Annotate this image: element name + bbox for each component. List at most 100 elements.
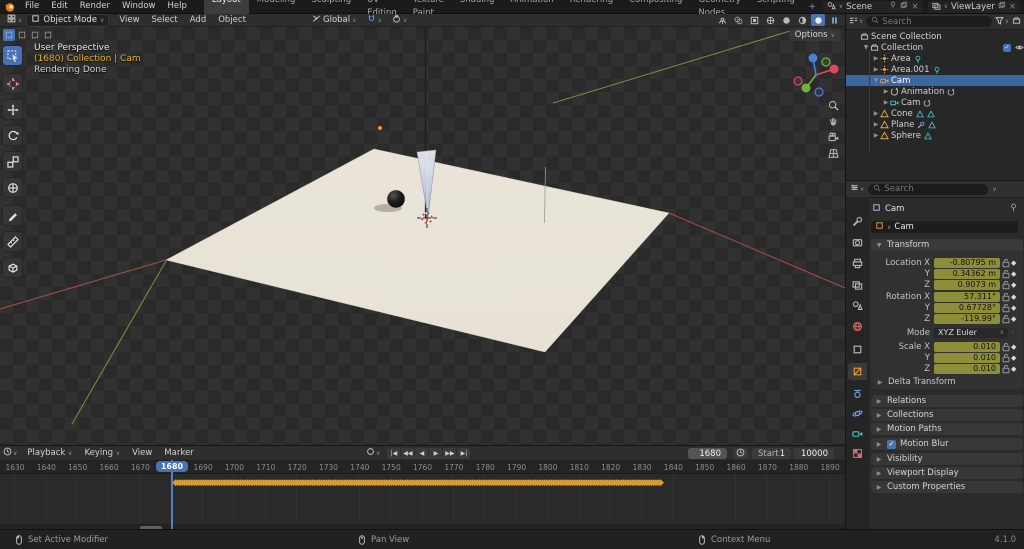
properties-tab-object[interactable] xyxy=(848,363,867,380)
menu-edit[interactable]: Edit xyxy=(45,0,73,13)
keyframe-diamond-icon[interactable]: ◆ xyxy=(1011,342,1016,352)
mode-dropdown[interactable]: Object Mode ∨ xyxy=(26,14,109,27)
keyframe-diamond-icon[interactable]: ◆ xyxy=(1011,364,1016,374)
pin-icon[interactable] xyxy=(889,1,897,12)
close-icon[interactable]: × xyxy=(1009,2,1016,12)
timeline-menu-marker[interactable]: Marker xyxy=(158,447,199,460)
lock-icon[interactable] xyxy=(1002,364,1010,377)
properties-tab-scene[interactable] xyxy=(848,297,867,314)
outliner-row-plane[interactable]: ▶Plane xyxy=(846,119,1024,130)
select-box-tool-icon[interactable] xyxy=(3,46,22,65)
disclosure-icon[interactable]: ▶ xyxy=(872,132,880,139)
properties-tab-object-outline[interactable] xyxy=(848,341,867,358)
keyframe-diamond-icon[interactable]: ◆ xyxy=(1011,280,1016,290)
viewlayer-selector[interactable]: ∨ ViewLayer × xyxy=(928,1,1020,13)
jump-end-icon[interactable]: ▶| xyxy=(457,448,470,459)
properties-tab-world[interactable] xyxy=(848,318,867,335)
disclosure-icon[interactable]: ▶ xyxy=(872,55,880,62)
disclosure-icon[interactable]: ▶ xyxy=(882,88,890,95)
keyframe-diamond-icon[interactable]: ◆ xyxy=(1011,303,1016,313)
keyframe-diamond-icon[interactable]: ◆ xyxy=(1011,314,1016,324)
xray-icon[interactable] xyxy=(747,14,761,26)
panel-visibility[interactable]: ▶Visibility xyxy=(871,453,1023,465)
outliner-row-area[interactable]: ▶Area xyxy=(846,53,1024,64)
proportional-edit-dropdown[interactable]: ∨ xyxy=(388,14,411,26)
rotation-mode-dropdown[interactable]: XYZ Euler∨ xyxy=(934,328,1008,338)
location-x-field[interactable]: -0.80795 m xyxy=(934,258,1000,268)
pin-icon[interactable] xyxy=(1009,203,1018,215)
disclosure-icon[interactable]: ▶ xyxy=(882,99,890,106)
disclosure-icon[interactable]: ▶ xyxy=(872,110,880,117)
panel-relations[interactable]: ▶Relations xyxy=(871,395,1023,407)
next-keyframe-icon[interactable]: ▶▶ xyxy=(443,448,456,459)
outliner-row-collection[interactable]: ▼Collection✓ xyxy=(846,42,1024,53)
copy-icon[interactable] xyxy=(900,1,908,12)
timeline-ruler[interactable]: 1630164016501660167016901700171017201730… xyxy=(0,461,845,474)
outliner-row-scene collection[interactable]: Scene Collection xyxy=(846,31,1024,42)
viewport-menu-view[interactable]: View xyxy=(113,14,145,27)
pan-hand-icon[interactable] xyxy=(826,114,841,129)
timeline-menu-view[interactable]: View xyxy=(126,447,158,460)
use-preview-range-button[interactable] xyxy=(733,448,748,459)
lock-icon[interactable] xyxy=(1002,314,1010,327)
outliner-row-cam[interactable]: ▼Cam xyxy=(846,75,1024,86)
collection-checkbox[interactable]: ✓ xyxy=(1003,44,1011,52)
prev-keyframe-icon[interactable]: ◀◀ xyxy=(401,448,414,459)
disclosure-icon[interactable]: ▶ xyxy=(872,66,880,73)
viewport-menu-add[interactable]: Add xyxy=(184,14,212,27)
shading-wire-icon[interactable] xyxy=(763,14,777,26)
panel-motion-paths[interactable]: ▶Motion Paths xyxy=(871,423,1023,435)
blender-logo-icon[interactable] xyxy=(4,1,16,13)
perspective-grid-icon[interactable] xyxy=(826,146,841,161)
frame-end-field[interactable]: 10000 xyxy=(793,448,834,459)
outliner-display-mode-button[interactable]: ∨ xyxy=(849,16,863,28)
select-mode-3-button[interactable] xyxy=(42,29,54,41)
rotate-tool-icon[interactable] xyxy=(3,126,22,145)
move-tool-icon[interactable] xyxy=(3,100,22,119)
menu-file[interactable]: File xyxy=(19,0,45,13)
disclosure-icon[interactable]: ▶ xyxy=(872,121,880,128)
new-collection-button[interactable] xyxy=(1012,16,1021,28)
viewport-3d[interactable]: User Perspective (1680) Collection | Cam… xyxy=(0,27,845,445)
gizmo-icon[interactable] xyxy=(715,14,729,26)
frame-start-field[interactable]: Start1 xyxy=(752,448,791,459)
shading-solid-icon[interactable] xyxy=(779,14,793,26)
rotation-z-field[interactable]: -119.99° xyxy=(934,314,1000,324)
properties-tab-output[interactable] xyxy=(848,255,867,272)
pause-icon[interactable] xyxy=(827,14,841,26)
jump-start-icon[interactable]: |◀ xyxy=(387,448,400,459)
hide-toggle-eye-icon[interactable] xyxy=(1015,43,1024,52)
select-mode-1-button[interactable] xyxy=(16,29,28,41)
properties-options-button[interactable]: ∨ xyxy=(992,186,996,193)
transform-tool-icon[interactable] xyxy=(3,178,22,197)
scene-selector[interactable]: ∨ Scene × xyxy=(823,1,923,13)
viewport-menu-select[interactable]: Select xyxy=(146,14,184,27)
scale-x-field[interactable]: 0.010 xyxy=(934,342,1000,352)
keyframe-diamonds[interactable]: ◆◆◆◆◆◆◆◆◆◆◆◆◆◆◆◆◆◆◆◆◆◆◆◆◆◆◆◆◆◆◆◆◆◆◆◆◆◆◆◆… xyxy=(172,478,844,488)
scale-z-field[interactable]: 0.010 xyxy=(934,364,1000,374)
disclosure-icon[interactable]: ▼ xyxy=(862,44,870,51)
current-frame-field[interactable]: 1680 xyxy=(688,448,727,459)
panel-viewport-display[interactable]: ▶Viewport Display xyxy=(871,467,1023,479)
properties-editor-type-button[interactable]: ∨ xyxy=(850,183,864,195)
shading-material-icon[interactable] xyxy=(795,14,809,26)
properties-tab-view-layer[interactable] xyxy=(848,276,867,293)
play-icon[interactable]: ▶ xyxy=(429,448,442,459)
properties-tab-camera-data[interactable] xyxy=(848,425,867,442)
menu-window[interactable]: Window xyxy=(116,0,162,13)
properties-search-input[interactable]: Search xyxy=(868,184,988,195)
copy-icon[interactable] xyxy=(998,1,1006,12)
location-z-field[interactable]: 0.9073 m xyxy=(934,280,1000,290)
select-mode-2-button[interactable] xyxy=(29,29,41,41)
transform-panel-header[interactable]: ▼Transform xyxy=(871,239,1023,251)
motion-blur-checkbox[interactable]: ✓ xyxy=(887,440,896,449)
cursor-tool-icon[interactable] xyxy=(3,74,22,93)
outliner-row-sphere[interactable]: ▶Sphere xyxy=(846,130,1024,141)
scale-y-field[interactable]: 0.010 xyxy=(934,353,1000,363)
editor-type-button[interactable]: ∨ xyxy=(3,14,26,26)
location-y-field[interactable]: 0.34362 m xyxy=(934,269,1000,279)
snap-dropdown[interactable]: ∨ xyxy=(363,14,386,26)
outliner-filter-button[interactable]: ∨ xyxy=(995,16,1009,28)
transform-orientation-dropdown[interactable]: Global ∨ xyxy=(308,14,361,26)
zoom-icon[interactable] xyxy=(826,98,841,113)
